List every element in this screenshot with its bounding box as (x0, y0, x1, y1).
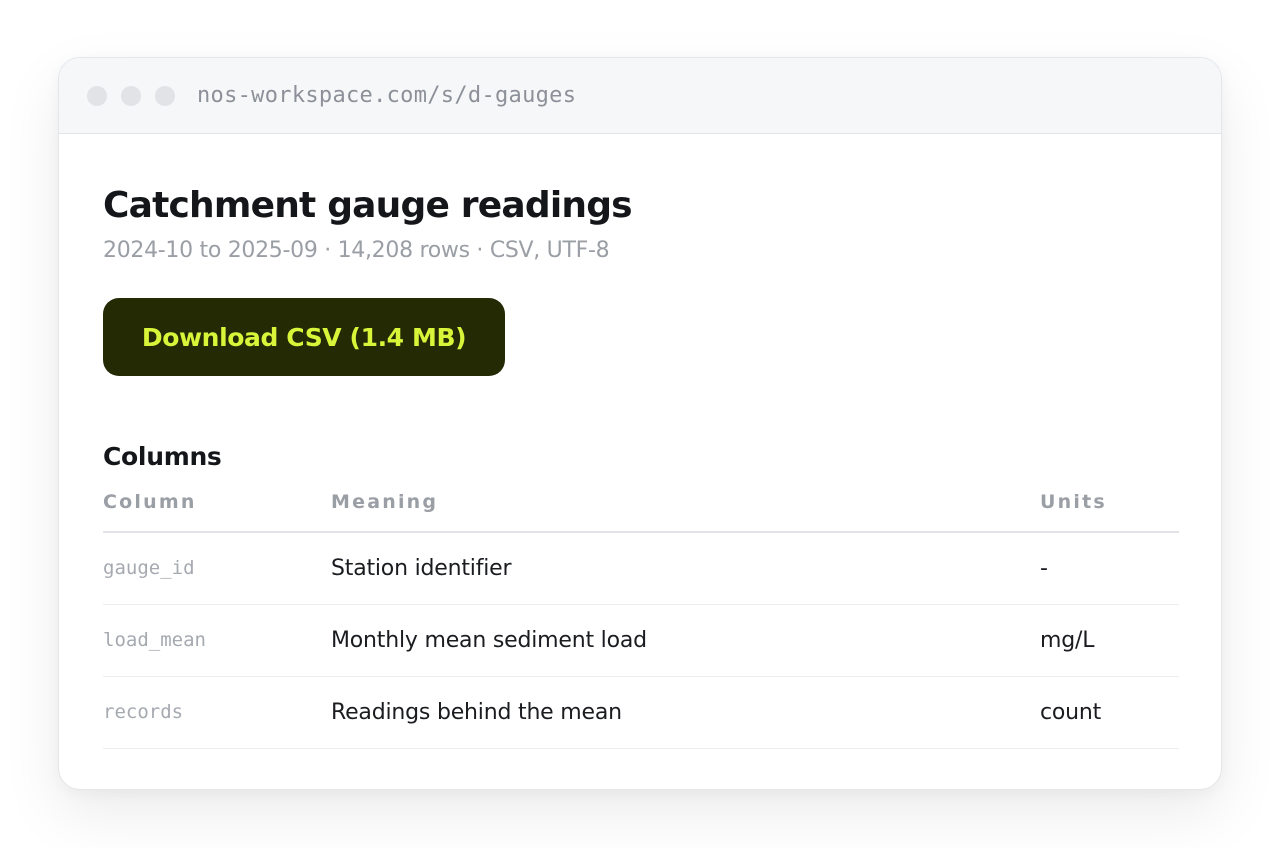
download-csv-button[interactable]: Download CSV (1.4 MB) (103, 298, 505, 376)
browser-window: nos-workspace.com/s/d-gauges Catchment g… (58, 57, 1222, 790)
page-title: Catchment gauge readings (103, 185, 633, 226)
columns-table: Column Meaning Units gauge_id Station id… (103, 488, 1179, 749)
column-name-cell: load_mean (103, 604, 331, 677)
meaning-cell: Monthly mean sediment load (331, 604, 1040, 677)
header-column: Column (103, 488, 331, 533)
column-name-cell: records (103, 676, 331, 749)
table-row: gauge_id Station identifier - (103, 532, 1179, 605)
units-cell: - (1040, 532, 1179, 605)
header-units: Units (1040, 488, 1179, 533)
table-row: records Readings behind the mean count (103, 676, 1179, 749)
columns-section-title: Columns (103, 442, 222, 471)
page-content: Catchment gauge readings 2024-10 to 2025… (59, 134, 1221, 749)
units-cell: count (1040, 676, 1179, 749)
header-meaning: Meaning (331, 488, 1040, 533)
table-header-row: Column Meaning Units (103, 488, 1179, 533)
window-maximize-dot[interactable] (155, 85, 175, 106)
address-bar-url[interactable]: nos-workspace.com/s/d-gauges (197, 83, 576, 108)
table-row: load_mean Monthly mean sediment load mg/… (103, 604, 1179, 677)
browser-titlebar: nos-workspace.com/s/d-gauges (59, 58, 1221, 134)
units-cell: mg/L (1040, 604, 1179, 677)
dataset-meta: 2024-10 to 2025-09 · 14,208 rows · CSV, … (103, 238, 610, 263)
meaning-cell: Readings behind the mean (331, 676, 1040, 749)
column-name-cell: gauge_id (103, 532, 331, 605)
window-minimize-dot[interactable] (121, 85, 141, 106)
meaning-cell: Station identifier (331, 532, 1040, 605)
window-close-dot[interactable] (87, 85, 107, 106)
